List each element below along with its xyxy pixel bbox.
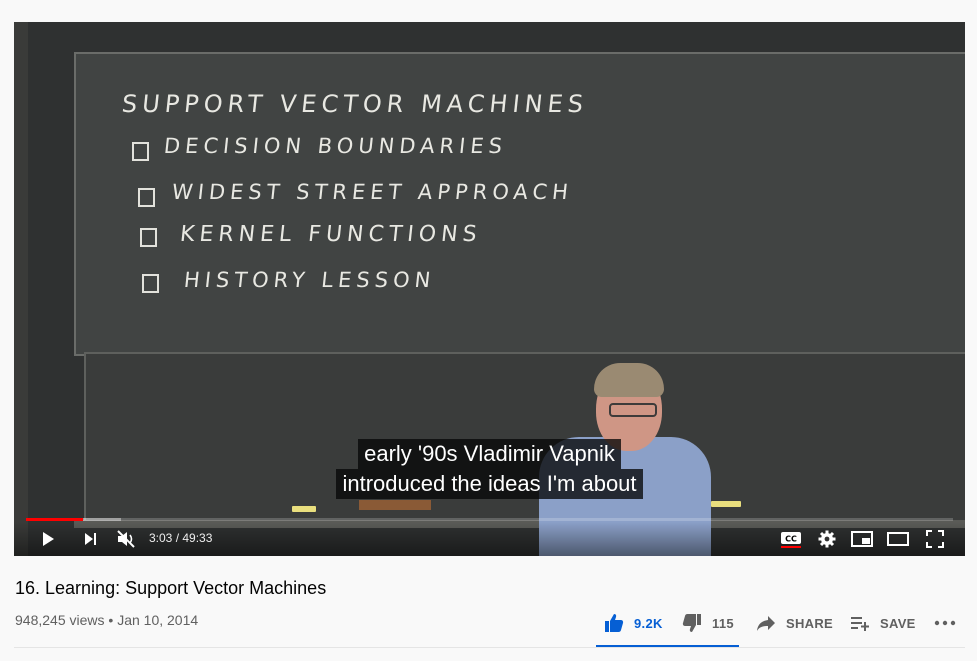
progress-bar[interactable] — [26, 518, 953, 521]
play-button[interactable] — [34, 526, 62, 552]
meta-separator: • — [108, 612, 114, 628]
board-item: DECISION BOUNDARIES — [162, 134, 509, 158]
caption-line: introduced the ideas I'm about — [336, 469, 643, 499]
mute-button[interactable] — [112, 526, 140, 552]
section-divider — [14, 647, 965, 648]
theater-button[interactable] — [884, 526, 912, 552]
cc-icon: CC — [781, 532, 801, 548]
board-item: WIDEST STREET APPROACH — [170, 180, 575, 204]
like-count: 9.2K — [634, 615, 663, 631]
checkbox-drawing — [142, 274, 159, 293]
view-count: 948,245 views — [15, 612, 105, 628]
share-label: SHARE — [786, 615, 834, 631]
thumbs-up-icon — [605, 614, 624, 632]
checkbox-drawing — [140, 228, 157, 247]
save-button[interactable]: SAVE — [850, 604, 916, 642]
play-icon — [43, 532, 54, 546]
board-item: HISTORY LESSON — [182, 268, 437, 292]
fullscreen-icon — [926, 530, 944, 548]
playlist-add-icon — [851, 617, 869, 631]
save-label: SAVE — [880, 615, 916, 631]
svg-text:CC: CC — [785, 535, 797, 544]
share-arrow-icon — [757, 616, 775, 631]
dislike-count: 115 — [712, 615, 734, 631]
miniplayer-icon — [851, 531, 873, 547]
settings-icon — [818, 530, 836, 548]
miniplayer-button[interactable] — [848, 526, 876, 552]
video-player[interactable]: SUPPORT VECTOR MACHINES DECISION BOUNDAR… — [14, 22, 965, 556]
checkbox-drawing — [132, 142, 149, 161]
settings-button[interactable] — [813, 526, 841, 552]
subtitles-button[interactable]: CC — [777, 526, 805, 552]
volume-muted-icon — [117, 530, 135, 548]
chalk-piece — [292, 506, 316, 512]
time-display: 3:03 / 49:33 — [149, 531, 213, 545]
chalk-piece — [711, 501, 741, 507]
next-button[interactable] — [76, 526, 104, 552]
player-controls: 3:03 / 49:33 CC — [14, 522, 965, 556]
thumbs-down-icon — [682, 614, 701, 632]
board-item: KERNEL FUNCTIONS — [178, 222, 483, 247]
progress-played — [26, 518, 83, 521]
captions: early '90s Vladimir Vapnik introduced th… — [14, 439, 965, 499]
checkbox-drawing — [138, 188, 155, 207]
more-horizontal-icon — [934, 620, 956, 626]
dislike-button[interactable]: 115 — [682, 604, 734, 642]
eraser — [359, 500, 431, 510]
fullscreen-button[interactable] — [921, 526, 949, 552]
publish-date: Jan 10, 2014 — [117, 612, 199, 628]
share-button[interactable]: SHARE — [756, 604, 833, 642]
board-title: SUPPORT VECTOR MACHINES — [120, 90, 590, 118]
video-meta: 948,245 views • Jan 10, 2014 — [15, 612, 198, 628]
video-title: 16. Learning: Support Vector Machines — [15, 578, 327, 598]
like-button[interactable]: 9.2K — [604, 604, 663, 642]
theater-icon — [887, 532, 909, 546]
next-icon — [85, 533, 96, 545]
caption-line: early '90s Vladimir Vapnik — [358, 439, 621, 469]
more-actions-button[interactable] — [934, 604, 966, 642]
